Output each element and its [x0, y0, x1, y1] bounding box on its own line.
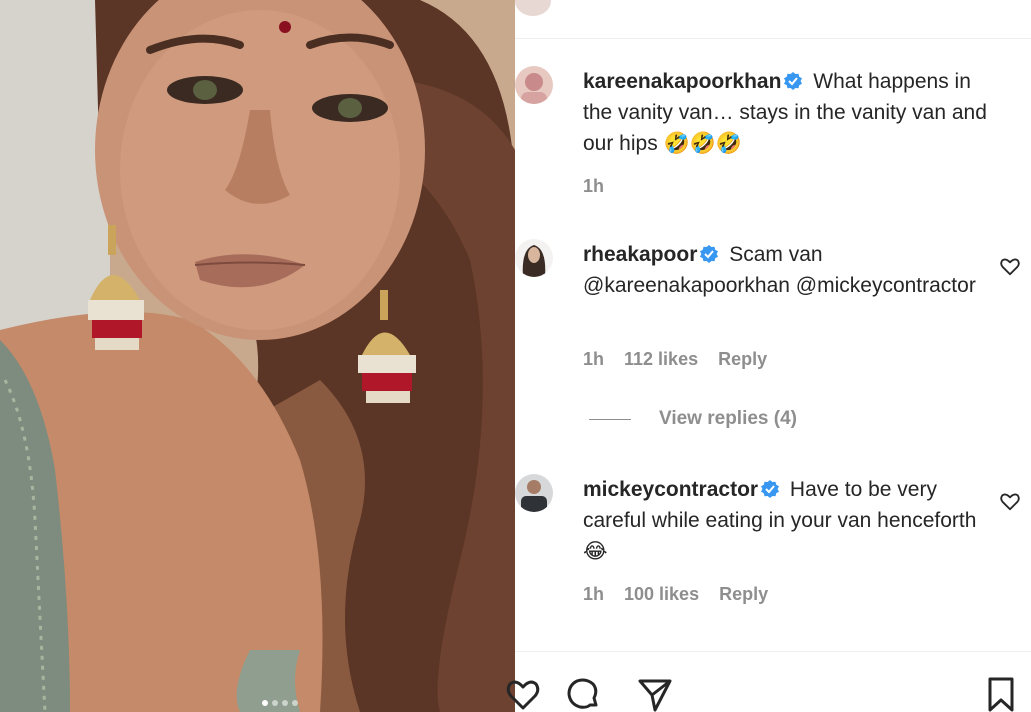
comment-body: rheakapoor Scam van @kareenakapoorkhan @…	[583, 239, 993, 301]
heart-icon[interactable]	[999, 490, 1021, 512]
comment-time[interactable]: 1h	[583, 584, 604, 605]
comment-meta: 1h 112 likes Reply	[583, 349, 767, 370]
reply-button[interactable]: Reply	[719, 584, 768, 605]
comment-icon[interactable]	[565, 676, 601, 712]
divider	[515, 38, 1031, 39]
post-action-bar	[506, 676, 1031, 712]
comment-body: kareenakapoorkhan What happens in the va…	[583, 66, 993, 159]
carousel-dot	[272, 700, 278, 706]
avatar[interactable]	[515, 0, 551, 16]
comment-username[interactable]: rheakapoor	[583, 243, 697, 266]
carousel-dot	[282, 700, 288, 706]
share-icon[interactable]	[637, 676, 673, 712]
reply-button[interactable]: Reply	[718, 349, 767, 370]
comment-likes[interactable]: 100 likes	[624, 584, 699, 605]
view-replies-label: View replies (4)	[659, 408, 797, 429]
verified-badge-icon	[700, 245, 719, 263]
carousel-indicator	[262, 700, 298, 706]
avatar[interactable]	[515, 474, 553, 512]
heart-icon[interactable]	[999, 255, 1021, 277]
divider	[589, 418, 631, 420]
comment-likes[interactable]: 112 likes	[624, 349, 698, 370]
profile-photo	[521, 480, 547, 512]
avatar[interactable]	[515, 239, 553, 277]
comment-username[interactable]: kareenakapoorkhan	[583, 70, 781, 93]
divider	[515, 651, 1031, 652]
verified-badge-icon	[784, 72, 803, 90]
heart-icon[interactable]	[505, 676, 541, 712]
profile-photo	[521, 73, 547, 104]
profile-photo	[522, 245, 546, 277]
comment-username[interactable]: mickeycontractor	[583, 478, 758, 501]
comment-meta: 1h	[583, 176, 604, 197]
comment-body: mickeycontractor Have to be very careful…	[583, 474, 993, 567]
comment-meta: 1h 100 likes Reply	[583, 584, 768, 605]
comment-time[interactable]: 1h	[583, 349, 604, 370]
verified-badge-icon	[761, 480, 780, 498]
carousel-dot	[262, 700, 268, 706]
carousel-dot	[292, 700, 298, 706]
bookmark-icon[interactable]	[983, 676, 1019, 712]
portrait-illustration	[0, 0, 515, 712]
comment-time[interactable]: 1h	[583, 176, 604, 197]
view-replies-button[interactable]: View replies (4)	[589, 408, 797, 430]
avatar[interactable]	[515, 66, 553, 104]
comments-panel: kareenakapoorkhan What happens in the va…	[506, 0, 1031, 712]
post-image[interactable]	[0, 0, 515, 712]
